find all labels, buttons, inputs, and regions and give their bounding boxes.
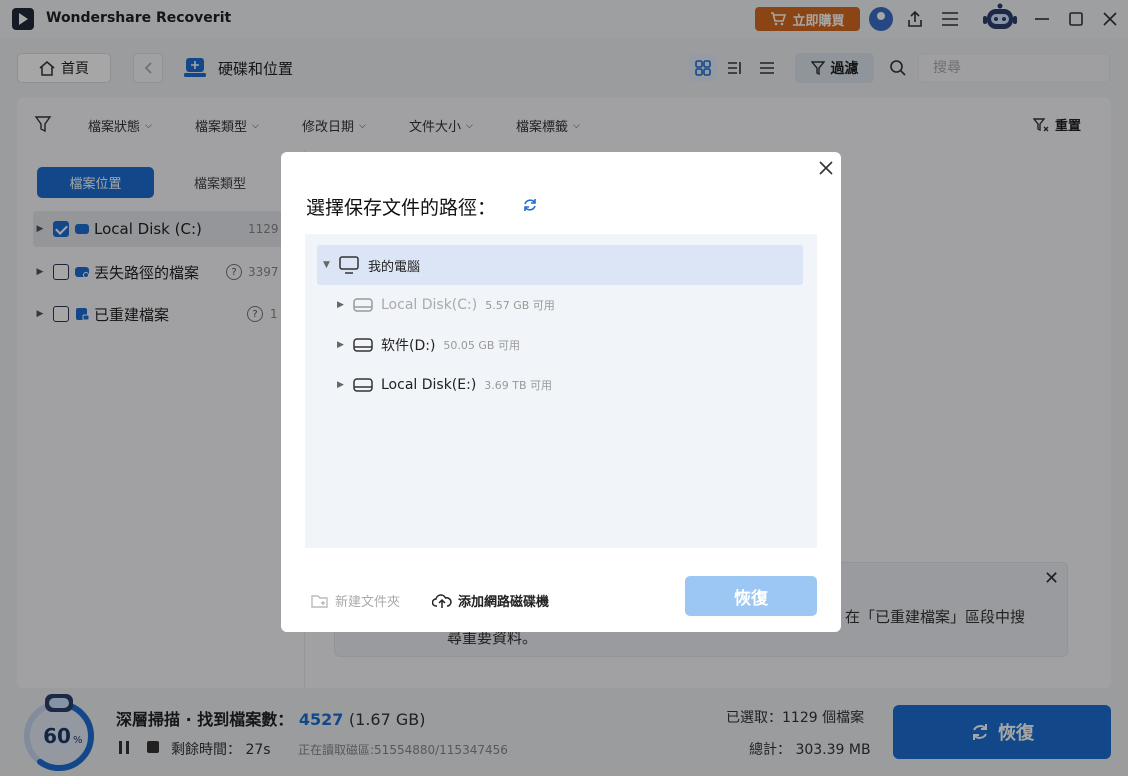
computer-icon xyxy=(339,256,359,274)
new-folder-label: 新建文件夾 xyxy=(335,595,401,610)
new-folder-button[interactable]: 新建文件夾 xyxy=(311,591,400,610)
drive-icon xyxy=(353,378,373,392)
tree-item-drive-c[interactable]: ▶ Local Disk(C:) 5.57 GB 可用 xyxy=(337,285,555,325)
tree-item-label: 我的電腦 xyxy=(368,259,421,275)
dialog-recover-button[interactable]: 恢復 xyxy=(685,576,817,616)
caret-right-icon[interactable]: ▶ xyxy=(337,340,347,350)
tree-item-drive-d[interactable]: ▶ 软件(D:) 50.05 GB 可用 xyxy=(337,325,520,365)
caret-right-icon[interactable]: ▶ xyxy=(337,300,347,310)
drive-name: Local Disk(C:) xyxy=(381,297,478,313)
drive-free-space: 5.57 GB 可用 xyxy=(485,299,555,312)
add-network-drive-button[interactable]: 添加網路磁碟機 xyxy=(432,591,549,610)
drive-free-space: 3.69 TB 可用 xyxy=(484,379,553,392)
close-dialog-icon[interactable] xyxy=(816,158,836,178)
cloud-upload-icon xyxy=(432,593,452,608)
tree-item-drive-e[interactable]: ▶ Local Disk(E:) 3.69 TB 可用 xyxy=(337,365,552,405)
add-network-drive-label: 添加網路磁碟機 xyxy=(458,595,550,610)
drive-free-space: 50.05 GB 可用 xyxy=(443,339,520,352)
drive-name: Local Disk(E:) xyxy=(381,377,477,393)
tree-item-my-computer[interactable]: ▼ 我的電腦 xyxy=(317,245,803,285)
caret-right-icon[interactable]: ▶ xyxy=(337,380,347,390)
dialog-title: 選擇保存文件的路徑： xyxy=(306,197,497,219)
drive-icon xyxy=(353,338,373,352)
refresh-icon[interactable] xyxy=(522,197,538,213)
drive-name: 软件(D:) xyxy=(381,338,436,354)
drive-icon xyxy=(353,298,373,312)
new-folder-icon xyxy=(311,594,328,608)
caret-down-icon[interactable]: ▼ xyxy=(323,260,333,270)
